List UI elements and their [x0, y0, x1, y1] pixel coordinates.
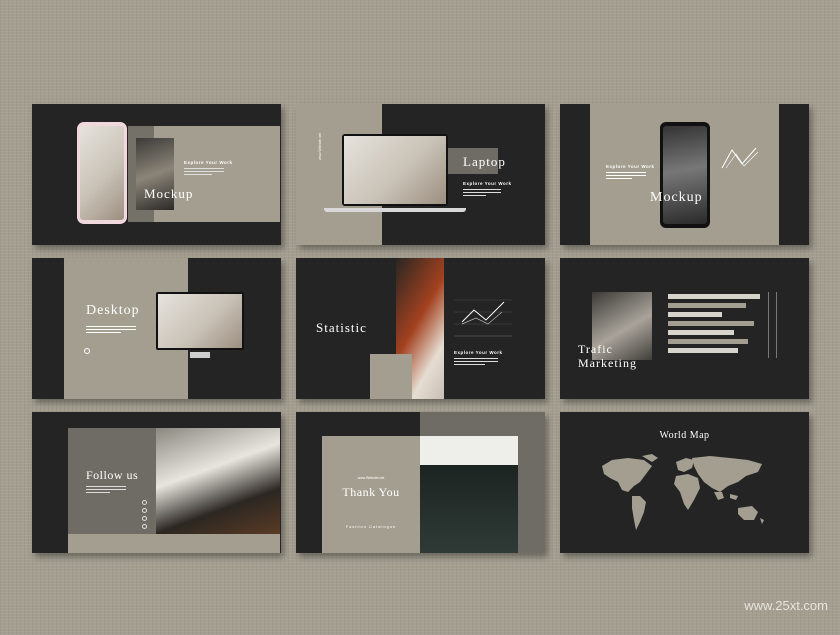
laptop-screen	[342, 134, 448, 206]
title-line-1: Trafic	[578, 342, 613, 356]
explore-label: Explore Your Work	[463, 181, 512, 186]
laptop-base	[324, 208, 466, 212]
monitor-screen	[156, 292, 244, 350]
slide-statistic[interactable]: Statistic Explore Your Work	[296, 258, 545, 399]
watermark-text: www.25xt.com	[744, 598, 828, 613]
body-text	[454, 358, 498, 365]
body-text	[86, 486, 126, 493]
slide-subtitle: Fashion Catalogue	[345, 524, 397, 529]
slide-title: Follow us	[86, 468, 139, 482]
bar-graphic	[668, 292, 780, 358]
body-text	[86, 326, 136, 333]
website-small: www.Website.net	[357, 476, 385, 480]
slide-desktop[interactable]: Desktop	[32, 258, 281, 399]
side-website: www.Website.net	[318, 133, 322, 160]
taupe-strip	[68, 534, 280, 553]
body-text	[463, 189, 501, 196]
phone-screen-photo	[80, 126, 124, 220]
slide-title: Mockup	[144, 186, 194, 201]
explore-label: Explore Your Work	[454, 350, 503, 355]
slide-title: Desktop	[86, 303, 140, 318]
desktop-photo	[158, 294, 242, 348]
body-text	[184, 168, 224, 175]
pinterest-icon[interactable]	[142, 524, 147, 529]
slide-title: Statistic	[316, 320, 367, 335]
twitter-icon[interactable]	[142, 508, 147, 513]
slide-follow-us[interactable]: Follow us	[32, 412, 281, 553]
monitor-stand	[190, 352, 210, 358]
slide-traffic-marketing[interactable]: Trafic Marketing	[560, 258, 809, 399]
slide-mockup-dark-phone[interactable]: Explore Your Work Mockup	[560, 104, 809, 245]
taupe-square	[370, 354, 412, 399]
body-text	[606, 172, 646, 179]
instagram-icon[interactable]	[142, 516, 147, 521]
slide-title: Thank You	[342, 485, 400, 499]
clothing-rack-photo	[418, 436, 518, 553]
zigzag-decoration-icon	[721, 147, 759, 169]
slide-laptop[interactable]: www.Website.net Laptop Explore Your Work	[296, 104, 545, 245]
facebook-icon[interactable]	[142, 500, 147, 505]
slide-title: Laptop	[463, 154, 506, 169]
phone-mockup	[77, 122, 127, 224]
phone-screen-photo	[663, 126, 707, 224]
slide-thank-you[interactable]: www.Website.net Thank You Fashion Catalo…	[296, 412, 545, 553]
circle-icon	[84, 348, 90, 354]
slide-title: World Map	[659, 430, 710, 441]
laptop-photo	[344, 136, 446, 204]
bedroom-photo	[154, 428, 280, 534]
title-line-2: Marketing	[578, 356, 637, 370]
slide-title: Mockup	[650, 190, 703, 205]
slide-title: Trafic Marketing	[578, 342, 637, 370]
world-map-icon	[602, 454, 764, 530]
phone-mockup	[660, 122, 710, 228]
slide-world-map[interactable]: World Map	[560, 412, 809, 553]
explore-label: Explore Your Work	[606, 164, 655, 169]
slide-mockup-phone[interactable]: Explore Your Work Mockup	[32, 104, 281, 245]
explore-label: Explore Your Work	[184, 160, 233, 165]
line-chart-icon	[454, 299, 512, 337]
